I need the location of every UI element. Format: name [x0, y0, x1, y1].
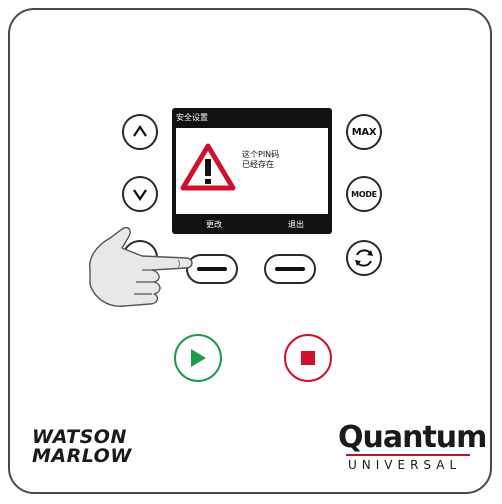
- stop-icon: [301, 351, 315, 365]
- rotate-icon: [355, 249, 373, 267]
- mode-button-label: MODE: [351, 189, 377, 199]
- universal-label: UNIVERSAL: [348, 458, 462, 472]
- chevron-down-icon: [133, 189, 147, 201]
- quantum-logo: Quantum: [338, 420, 487, 455]
- down-button[interactable]: [122, 176, 158, 212]
- softkey-label-left: 更改: [206, 220, 222, 229]
- screen-body: 这个PIN码 已经存在: [176, 128, 328, 214]
- chevron-up-icon: [133, 125, 147, 137]
- max-button-label: MAX: [351, 126, 377, 138]
- message-line-2: 已经存在: [242, 160, 274, 169]
- start-button[interactable]: [174, 334, 222, 382]
- screen-title: 安全设置: [176, 113, 208, 122]
- logo-line-2: MARLOW: [32, 445, 132, 467]
- warning-icon: [180, 143, 236, 191]
- display-screen: 安全设置 这个PIN码 已经存在 更改 退出: [172, 108, 332, 234]
- stop-button[interactable]: [284, 334, 332, 382]
- softkey-right-button[interactable]: [264, 254, 316, 284]
- screen-message: 这个PIN码 已经存在: [242, 150, 279, 170]
- mode-button[interactable]: MODE: [346, 176, 382, 212]
- quantum-logo-underline: [346, 454, 470, 456]
- direction-button[interactable]: [346, 240, 382, 276]
- pointing-hand-icon: [89, 226, 193, 307]
- softkey-label-right: 退出: [288, 220, 304, 229]
- play-icon: [191, 349, 206, 367]
- message-line-1: 这个PIN码: [242, 150, 280, 159]
- up-button[interactable]: [122, 114, 158, 150]
- watson-marlow-logo: WATSON MARLOW: [32, 428, 132, 466]
- max-button[interactable]: MAX: [346, 114, 382, 150]
